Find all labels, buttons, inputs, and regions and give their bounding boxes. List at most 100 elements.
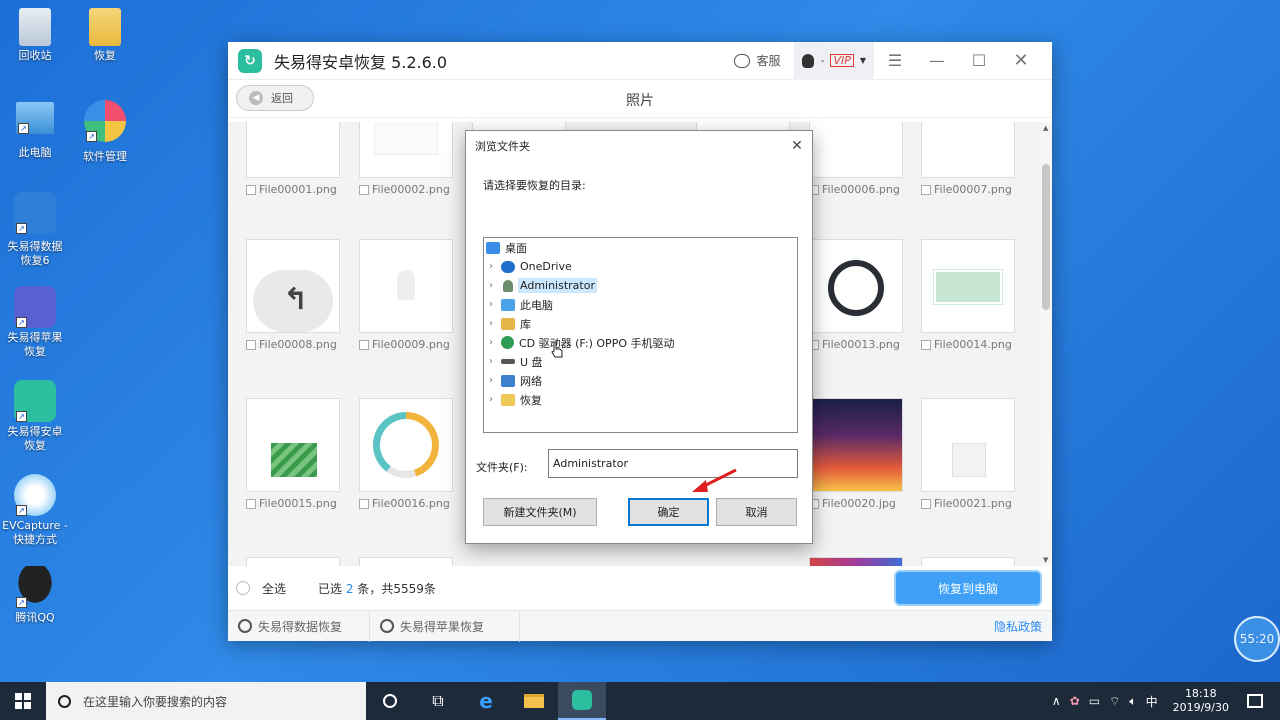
photo-checkbox[interactable] [246, 498, 256, 509]
tree-item-desktop[interactable]: 桌面 [484, 238, 527, 257]
photo-checkbox[interactable] [921, 498, 931, 509]
footer-link-apple-recovery[interactable]: 失易得苹果恢复 [370, 610, 520, 642]
photo-thumbnail[interactable]: ↰ [246, 239, 340, 333]
photo-thumbnail[interactable] [921, 122, 1015, 178]
maximize-button[interactable]: ☐ [958, 42, 1000, 80]
taskbar-android-recovery[interactable] [558, 682, 606, 720]
tree-item-onedrive[interactable]: › OneDrive [484, 257, 572, 276]
photo-checkbox[interactable] [359, 184, 369, 195]
expand-arrow-icon[interactable]: › [484, 375, 498, 386]
footer-link-data-recovery[interactable]: 失易得数据恢复 [228, 610, 370, 642]
expand-arrow-icon[interactable]: › [484, 280, 498, 291]
expand-arrow-icon[interactable]: › [484, 337, 498, 348]
ok-button[interactable]: 确定 [628, 498, 709, 526]
photo-checkbox[interactable] [921, 184, 931, 195]
grid-scrollbar[interactable]: ▲ ▼ [1040, 122, 1052, 566]
minimize-button[interactable]: — [916, 42, 958, 80]
tray-chevron-icon[interactable]: ∧ [1052, 694, 1061, 708]
photo-tile[interactable] [809, 557, 903, 566]
photo-checkbox[interactable] [921, 339, 931, 350]
new-folder-button[interactable]: 新建文件夹(M) [483, 498, 597, 526]
tree-item-this-pc[interactable]: › 此电脑 [484, 295, 553, 314]
taskbar-file-explorer[interactable] [510, 682, 558, 720]
taskbar-search[interactable]: 在这里输入你要搜索的内容 [46, 682, 366, 720]
photo-checkbox[interactable] [246, 339, 256, 350]
tree-item-cd-drive[interactable]: › CD 驱动器 (F:) OPPO 手机驱动 [484, 333, 674, 352]
customer-service-button[interactable]: 客服 [734, 52, 780, 69]
folder-tree[interactable]: 桌面 › OneDrive › Administrator › 此电脑 › 库 … [483, 237, 798, 433]
desktop-icon-apple-recovery[interactable]: ↗ 失易得苹果 恢复 [0, 286, 70, 359]
photo-tile[interactable]: File00009.png [359, 239, 453, 365]
photo-tile[interactable]: ↰ File00008.png [246, 239, 340, 365]
recording-timer[interactable]: 55:20 [1234, 616, 1280, 662]
photo-tile[interactable] [246, 557, 340, 566]
photo-thumbnail[interactable] [809, 557, 903, 566]
photo-thumbnail[interactable] [246, 122, 340, 178]
select-all-radio[interactable] [236, 581, 250, 595]
menu-button[interactable]: ☰ [874, 42, 916, 80]
recover-to-pc-button[interactable]: 恢复到电脑 [896, 572, 1040, 604]
tree-item-administrator[interactable]: › Administrator [484, 276, 597, 295]
tablet-mode-icon[interactable]: ▭ [1089, 694, 1100, 708]
photo-tile[interactable]: File00006.png [809, 122, 903, 210]
action-center-button[interactable] [1238, 682, 1272, 720]
tree-item-usb-drive[interactable]: › U 盘 [484, 352, 543, 371]
photo-thumbnail[interactable] [359, 557, 453, 566]
photo-checkbox[interactable] [246, 184, 256, 195]
tree-item-network[interactable]: › 网络 [484, 371, 542, 390]
desktop-icon-data-recovery[interactable]: ↗ 失易得数据 恢复6 [0, 192, 70, 268]
desktop-icon-qq[interactable]: ↗ 腾讯QQ [0, 566, 70, 625]
desktop-icon-android-recovery[interactable]: ↗ 失易得安卓 恢复 [0, 380, 70, 453]
task-view-button[interactable] [366, 682, 414, 720]
desktop-icon-software-manager[interactable]: ↗ 软件管理 [70, 100, 140, 164]
expand-arrow-icon[interactable]: › [484, 299, 498, 310]
photo-tile[interactable]: File00002.png [359, 122, 453, 210]
expand-arrow-icon[interactable]: › [484, 356, 498, 367]
expand-arrow-icon[interactable]: › [484, 394, 498, 405]
photo-tile[interactable]: File00016.png [359, 398, 453, 524]
privacy-policy-link[interactable]: 隐私政策 [994, 618, 1042, 635]
close-button[interactable]: ✕ [1000, 42, 1042, 80]
tree-item-recovery-folder[interactable]: › 恢复 [484, 390, 542, 409]
volume-icon[interactable]: 🔈︎ [1129, 694, 1136, 709]
start-button[interactable] [0, 682, 46, 720]
desktop-icon-recycle-bin[interactable]: 回收站 [0, 8, 70, 63]
photo-tile[interactable]: File00014.png [921, 239, 1015, 365]
photo-tile[interactable]: File00020.jpg [809, 398, 903, 524]
scroll-down-icon[interactable]: ▼ [1043, 556, 1048, 564]
dialog-close-button[interactable]: ✕ [782, 131, 812, 161]
photo-thumbnail[interactable] [921, 239, 1015, 333]
photo-tile[interactable] [921, 557, 1015, 566]
ime-indicator[interactable]: 中 [1146, 693, 1158, 710]
select-all-label[interactable]: 全选 [262, 580, 286, 597]
wifi-icon[interactable]: ⌔ [1109, 694, 1120, 709]
photo-tile[interactable]: File00013.png [809, 239, 903, 365]
photo-tile[interactable]: File00021.png [921, 398, 1015, 524]
scroll-thumb[interactable] [1042, 164, 1050, 310]
folder-input[interactable] [548, 449, 798, 478]
clock[interactable]: 18:18 2019/9/30 [1173, 687, 1229, 715]
cancel-button[interactable]: 取消 [716, 498, 797, 526]
photo-tile[interactable] [359, 557, 453, 566]
photo-thumbnail[interactable] [921, 398, 1015, 492]
photo-thumbnail[interactable] [246, 398, 340, 492]
photo-thumbnail[interactable] [359, 122, 453, 178]
expand-arrow-icon[interactable]: › [484, 261, 498, 272]
desktop-icon-this-pc[interactable]: ↗ 此电脑 [0, 102, 70, 160]
desktop-icon-evcapture[interactable]: ↗ EVCapture - 快捷方式 [0, 474, 70, 547]
photo-thumbnail[interactable] [246, 557, 340, 566]
tray-app-icon[interactable]: ✿ [1070, 694, 1080, 708]
tree-item-library[interactable]: › 库 [484, 314, 531, 333]
photo-thumbnail[interactable] [809, 398, 903, 492]
taskbar-edge[interactable]: e [462, 682, 510, 720]
photo-thumbnail[interactable] [809, 122, 903, 178]
photo-tile[interactable]: File00015.png [246, 398, 340, 524]
task-switch-button[interactable]: ⧉ [414, 682, 462, 720]
expand-arrow-icon[interactable]: › [484, 318, 498, 329]
user-account-button[interactable]: - VIP ▼ [794, 41, 874, 80]
photo-tile[interactable]: File00001.png [246, 122, 340, 210]
photo-thumbnail[interactable] [809, 239, 903, 333]
photo-checkbox[interactable] [359, 498, 369, 509]
desktop-icon-folder[interactable]: 恢复 [70, 8, 140, 63]
photo-checkbox[interactable] [359, 339, 369, 350]
